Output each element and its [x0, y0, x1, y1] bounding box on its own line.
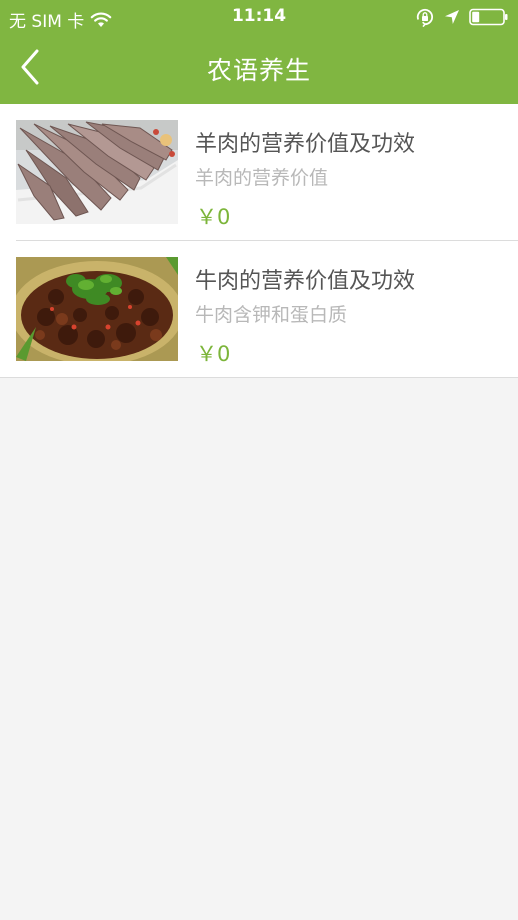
list-item[interactable]: 羊肉的营养价值及功效 羊肉的营养价值 ￥0 [0, 104, 518, 241]
item-subtitle: 牛肉含钾和蛋白质 [195, 304, 348, 326]
item-subtitle: 羊肉的营养价值 [195, 167, 329, 189]
battery-icon [469, 8, 509, 26]
header: 无 SIM 卡 11:14 农语养生 [0, 0, 518, 104]
item-title: 牛肉的营养价值及功效 [195, 269, 416, 294]
item-title: 羊肉的营养价值及功效 [195, 132, 416, 157]
beef-stew-photo [16, 257, 178, 361]
status-right [415, 7, 509, 27]
location-arrow-icon [444, 9, 460, 25]
item-price: ￥0 [196, 205, 231, 229]
app-screen: 无 SIM 卡 11:14 农语养生 羊肉的营养价值及功效 羊肉的营养价值 ￥0… [0, 0, 518, 920]
article-list: 羊肉的营养价值及功效 羊肉的营养价值 ￥0 牛肉的营养价值及功效 牛肉含钾和蛋白… [0, 104, 518, 378]
status-bar: 无 SIM 卡 11:14 [0, 0, 518, 34]
divider [0, 377, 518, 378]
page-title: 农语养生 [206, 56, 311, 85]
item-price: ￥0 [196, 342, 231, 366]
orientation-lock-icon [415, 7, 435, 27]
list-item[interactable]: 牛肉的营养价值及功效 牛肉含钾和蛋白质 ￥0 [0, 241, 518, 378]
lamb-dish-photo [16, 120, 178, 224]
nav-bar: 农语养生 [0, 34, 518, 104]
